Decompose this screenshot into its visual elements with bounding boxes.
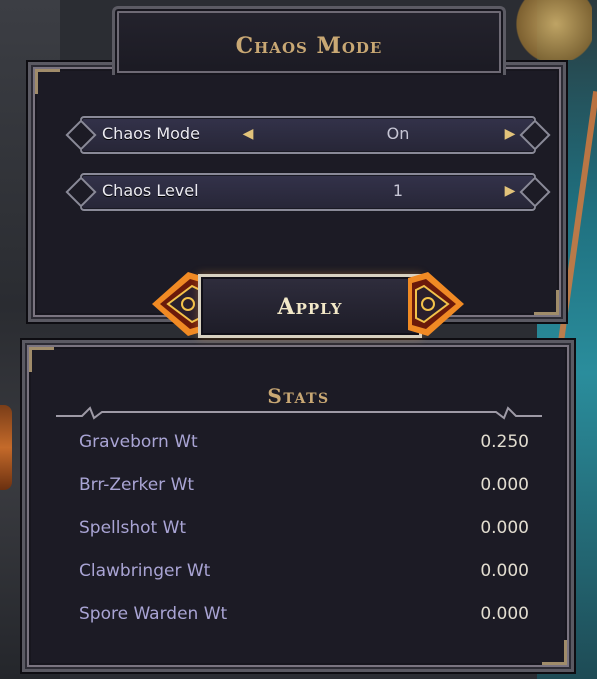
flame-right-icon — [408, 272, 464, 336]
stat-name: Spellshot Wt — [79, 518, 187, 538]
arrow-left-icon[interactable]: ◀ — [240, 125, 256, 143]
option-label: Chaos Level — [102, 181, 199, 200]
apply-button-frame: Apply — [148, 270, 468, 338]
stat-name: Spore Warden Wt — [79, 604, 228, 624]
option-value: On — [386, 124, 410, 143]
stat-row-spellshot: Spellshot Wt 0.000 — [79, 518, 529, 542]
stat-value: 0.000 — [480, 561, 529, 581]
option-row-chaos-level[interactable]: Chaos Level 1 ▶ — [80, 173, 536, 211]
stat-value: 0.250 — [480, 432, 529, 452]
apply-button[interactable]: Apply — [198, 274, 422, 338]
option-label: Chaos Mode — [102, 124, 200, 143]
arrow-right-icon[interactable]: ▶ — [502, 182, 518, 200]
option-row-chaos-mode[interactable]: Chaos Mode ◀ On ▶ — [80, 116, 536, 154]
background-ornament-right — [502, 0, 592, 60]
stat-value: 0.000 — [480, 604, 529, 624]
option-value: 1 — [392, 181, 404, 200]
page-title: Chaos Mode — [235, 33, 383, 59]
arrow-right-icon[interactable]: ▶ — [502, 125, 518, 143]
stat-value: 0.000 — [480, 475, 529, 495]
stat-row-clawbringer: Clawbringer Wt 0.000 — [79, 561, 529, 585]
apply-button-label: Apply — [277, 294, 343, 320]
stat-row-brr-zerker: Brr-Zerker Wt 0.000 — [79, 475, 529, 499]
stat-name: Clawbringer Wt — [79, 561, 211, 581]
stat-row-graveborn: Graveborn Wt 0.250 — [79, 432, 529, 456]
title-tab: Chaos Mode — [112, 6, 506, 75]
background-character-left — [0, 405, 12, 490]
stat-name: Brr-Zerker Wt — [79, 475, 195, 495]
stat-value: 0.000 — [480, 518, 529, 538]
stat-row-spore-warden: Spore Warden Wt 0.000 — [79, 604, 529, 628]
stat-name: Graveborn Wt — [79, 432, 198, 452]
stats-divider — [56, 406, 542, 420]
